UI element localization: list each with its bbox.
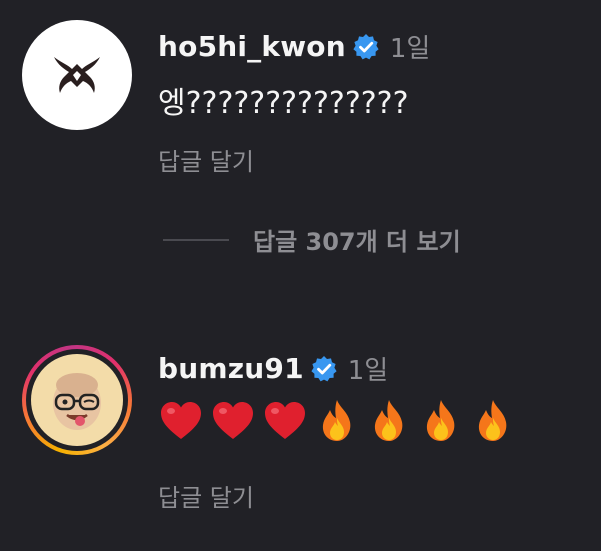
avatar[interactable] (22, 345, 132, 455)
memoji-avatar-icon (53, 373, 101, 430)
view-more-replies-button[interactable]: 답글 307개 더 보기 (163, 222, 461, 257)
comment-header: bumzu91 1일 (158, 350, 388, 387)
tribal-logo-icon (54, 57, 100, 93)
avatar[interactable] (22, 20, 132, 130)
fire-icon (374, 400, 403, 441)
username[interactable]: ho5hi_kwon (158, 30, 346, 63)
heart-icon (161, 402, 201, 439)
comment-item: bumzu91 1일 답글 달기 (0, 330, 601, 540)
verified-badge-icon (353, 33, 379, 59)
comment-text: 엥?????????????? (158, 86, 409, 121)
divider-line (163, 238, 229, 241)
heart-icon (213, 402, 253, 439)
view-more-replies-label: 답글 307개 더 보기 (253, 228, 461, 256)
verified-badge-icon (311, 355, 337, 381)
fire-icon (478, 400, 507, 441)
username[interactable]: bumzu91 (158, 352, 304, 385)
timestamp: 1일 (347, 356, 389, 386)
comment-text (158, 398, 516, 444)
fire-icon (426, 400, 455, 441)
comment-header: ho5hi_kwon 1일 (158, 28, 430, 65)
timestamp: 1일 (389, 34, 431, 64)
reply-button[interactable]: 답글 달기 (158, 142, 254, 177)
avatar-image (31, 354, 123, 446)
comment-item: ho5hi_kwon 1일 엥?????????????? 답글 달기 (0, 0, 601, 200)
reply-button[interactable]: 답글 달기 (158, 478, 254, 513)
story-ring-gap (26, 349, 128, 451)
heart-icon (265, 402, 305, 439)
fire-icon (322, 400, 351, 441)
